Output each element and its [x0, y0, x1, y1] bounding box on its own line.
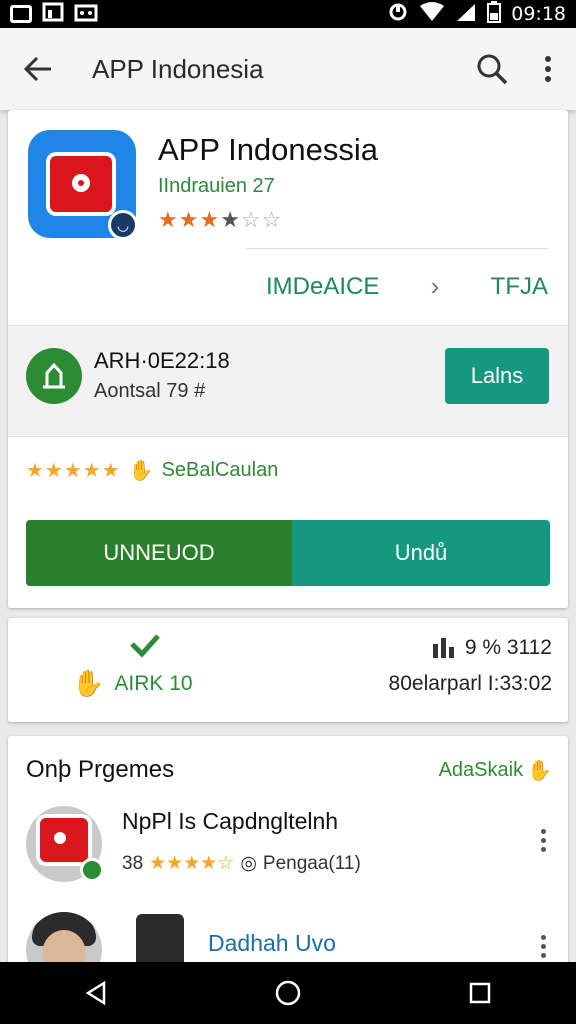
- install-title: ARH·0E22:18: [94, 348, 230, 373]
- notification-icon: [10, 5, 32, 23]
- search-icon: [477, 54, 508, 85]
- app-icon-eye: [72, 174, 90, 192]
- app-detail-card: ◡ APP Indonessia IIndrauien 27 ★★★★☆☆ IM…: [8, 110, 568, 608]
- app-rating-stars: ★★★★☆☆: [158, 207, 282, 233]
- similar-apps-card: Onþ Prgemes AdaSkaik ✋ NpPl Is Capdnglte…: [8, 736, 568, 976]
- developer-link[interactable]: IIndrauien 27: [158, 175, 275, 198]
- list-item-title: NpPl Is Capdngltelnh: [122, 808, 339, 834]
- status-time: 09:18: [511, 3, 566, 25]
- star-full-icon: ★: [199, 207, 221, 232]
- badge-icon: [80, 858, 104, 882]
- status-left: [10, 2, 98, 27]
- thumbs-up-icon: ✋: [72, 668, 105, 698]
- list-item-extra: Pengaa(11): [262, 852, 361, 874]
- rating-row: ★★★★★ ✋ SeBalCaulan: [26, 455, 278, 485]
- status-bar: 09:18: [0, 0, 576, 28]
- list-item-subtitle: 38 ★★★★☆ ◎ Pengaa(11): [122, 852, 361, 875]
- app-icon-tile: [50, 156, 112, 212]
- wifi-icon: [419, 1, 445, 27]
- tab-right[interactable]: TFJA: [491, 273, 548, 301]
- star-empty-icon: ☆: [240, 207, 262, 232]
- list-item-rating: 38: [122, 852, 144, 874]
- uninstall-button[interactable]: UNNEUOD: [26, 520, 292, 586]
- action-buttons: UNNEUOD Undů: [26, 520, 550, 586]
- info-right-value2: 80elarparl I:33:02: [388, 672, 552, 695]
- info-left[interactable]: ✋ AIRK 10: [72, 668, 193, 699]
- status-right: 09:18: [387, 0, 566, 28]
- list-item-title: Dadhah Uvo: [208, 930, 336, 956]
- tabs-row: IMDeAICE › TFJA: [246, 248, 548, 324]
- home-circle-icon: [275, 980, 301, 1006]
- check-icon: [130, 632, 160, 665]
- signal-icon: [455, 2, 477, 27]
- app-name: APP Indonessia: [158, 132, 379, 167]
- bar-chart-icon: [432, 638, 454, 658]
- item-more-button[interactable]: [528, 820, 558, 860]
- star-empty-icon: ☆: [261, 207, 283, 232]
- back-arrow-icon: [23, 56, 51, 82]
- recents-square-icon: [469, 982, 491, 1004]
- install-button[interactable]: Lalns: [445, 348, 549, 404]
- message-icon: [74, 2, 98, 27]
- thumbs-up-icon: ✋: [128, 459, 154, 482]
- more-vert-icon: [545, 56, 551, 82]
- rating-stars-icon: ★★★★★: [26, 459, 121, 482]
- download-icon: [26, 348, 82, 404]
- install-subtitle: Aontsal 79 #: [94, 380, 206, 402]
- see-more-label: AdaSkaik: [438, 759, 524, 781]
- nav-back-button[interactable]: [66, 962, 126, 1024]
- star-full-icon: ★: [178, 207, 200, 232]
- back-triangle-icon: [85, 980, 106, 1006]
- nav-recents-button[interactable]: [450, 962, 510, 1024]
- back-button[interactable]: [0, 28, 76, 110]
- info-card: ✋ AIRK 10 9 % 3112 80elarparl I:33:02: [8, 618, 568, 722]
- list-item[interactable]: NpPl Is Capdngltelnh 38 ★★★★☆ ◎ Pengaa(1…: [8, 802, 568, 902]
- star-half-icon: ★: [220, 207, 241, 232]
- tab-left[interactable]: IMDeAICE: [266, 273, 379, 301]
- app-bar-title: APP Indonesia: [92, 53, 264, 84]
- item-more-button[interactable]: [528, 926, 558, 966]
- sync-icon: [387, 2, 409, 27]
- info-left-label: AIRK 10: [114, 671, 193, 695]
- see-more-link[interactable]: AdaSkaik ✋: [439, 758, 552, 783]
- star-full-icon: ★: [158, 207, 179, 232]
- open-button[interactable]: Undů: [292, 520, 550, 586]
- nav-home-button[interactable]: [258, 962, 318, 1024]
- info-right-line1: 9 % 3112: [431, 636, 552, 660]
- app-badge-icon: ◡: [108, 210, 138, 240]
- info-right-value1: 9 % 3112: [464, 636, 552, 659]
- app-thumbnail-tile: [40, 818, 88, 862]
- thumbs-up-icon: ✋: [527, 760, 552, 782]
- install-row: ARH·0E22:18 Aontsal 79 # Lalns: [8, 325, 568, 437]
- app-bar: APP Indonesia: [0, 28, 576, 110]
- chevron-right-icon: ›: [430, 271, 440, 301]
- overflow-menu-button[interactable]: [520, 28, 576, 110]
- navigation-bar: [0, 962, 576, 1024]
- clock-icon: ◎: [240, 853, 257, 874]
- sim-icon: [42, 2, 64, 27]
- app-icon: ◡: [28, 130, 138, 240]
- rating-label[interactable]: SeBalCaulan: [162, 459, 279, 482]
- search-button[interactable]: [464, 28, 520, 110]
- star-icons: ★★★★☆: [149, 853, 235, 874]
- similar-apps-title: Onþ Prgemes: [26, 756, 175, 783]
- battery-icon: [487, 0, 502, 28]
